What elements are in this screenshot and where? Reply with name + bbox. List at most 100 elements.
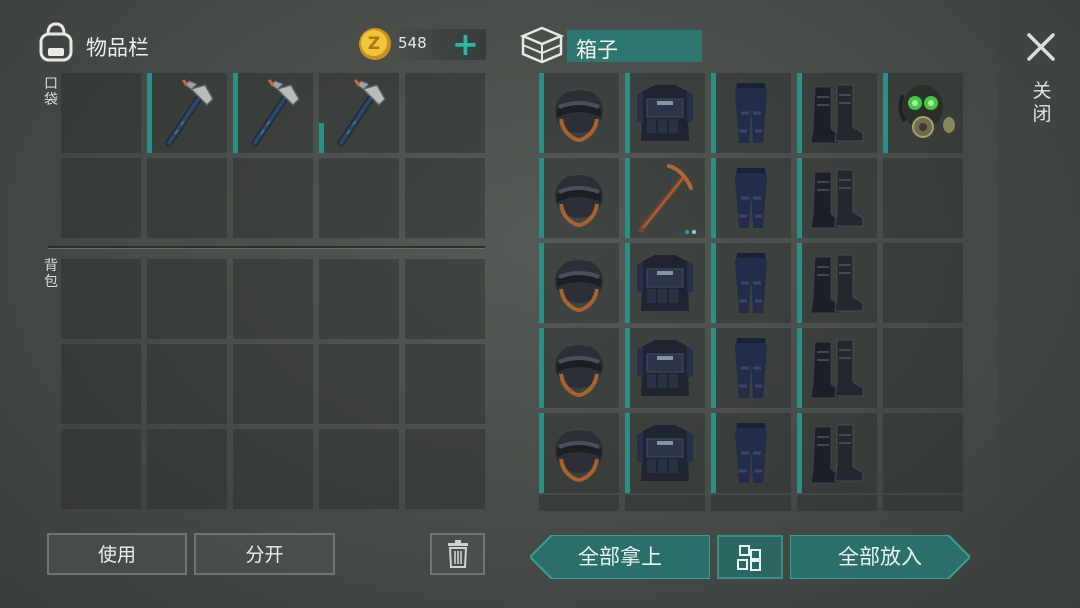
container-slot[interactable] — [625, 158, 705, 238]
hatchet-icon — [165, 79, 214, 147]
pocket-label: 口袋 — [44, 76, 58, 108]
backpack-icon — [39, 22, 73, 62]
container-slot[interactable] — [797, 243, 877, 323]
boots-icon — [810, 339, 864, 399]
container-slot[interactable] — [883, 328, 963, 408]
pocket-slot[interactable] — [405, 158, 485, 238]
backpack-slot[interactable] — [405, 259, 485, 339]
hatchet-icon — [337, 79, 386, 147]
container-slot[interactable] — [539, 243, 619, 323]
helmet-icon — [555, 343, 603, 397]
backpack-slot[interactable] — [61, 259, 141, 339]
container-slot[interactable] — [539, 328, 619, 408]
container-slot[interactable] — [539, 413, 619, 493]
hatchet-icon — [251, 79, 300, 147]
pocket-slot[interactable] — [147, 73, 227, 153]
helmet-icon — [555, 88, 603, 142]
backpack-slot[interactable] — [319, 429, 399, 509]
pocket-slot[interactable] — [147, 158, 227, 238]
take-all-label: 全部拿上 — [578, 545, 662, 569]
container-slot[interactable] — [539, 73, 619, 153]
container-slot[interactable] — [539, 495, 619, 511]
boots-icon — [810, 424, 864, 484]
trash-icon — [447, 540, 468, 568]
pocket-slot[interactable] — [319, 158, 399, 238]
backpack-slot[interactable] — [319, 344, 399, 424]
helmet-icon — [555, 258, 603, 312]
coin-icon: Z — [359, 28, 391, 60]
helmet-icon — [555, 173, 603, 227]
backpack-slot[interactable] — [319, 259, 399, 339]
container-slot[interactable] — [797, 73, 877, 153]
split-button[interactable]: 分开 — [194, 533, 335, 575]
container-slot[interactable] — [625, 243, 705, 323]
container-slot[interactable] — [883, 73, 963, 153]
pocket-slot[interactable] — [233, 158, 313, 238]
container-title: 箱子 — [576, 38, 618, 62]
gas-mask-icon — [898, 85, 955, 138]
pants-icon — [735, 168, 767, 228]
container-slot[interactable] — [797, 495, 877, 511]
container-slot[interactable] — [797, 328, 877, 408]
container-slot[interactable] — [625, 413, 705, 493]
trash-button[interactable] — [430, 533, 485, 575]
inventory-title: 物品栏 — [86, 36, 149, 60]
container-slot[interactable] — [711, 243, 791, 323]
sort-button[interactable] — [717, 535, 783, 579]
pocket-slot[interactable] — [61, 158, 141, 238]
backpack-slot[interactable] — [233, 344, 313, 424]
backpack-slot[interactable] — [233, 259, 313, 339]
container-slot[interactable] — [539, 158, 619, 238]
container-slot[interactable] — [797, 158, 877, 238]
close-icon[interactable] — [1022, 28, 1060, 66]
container-slot[interactable] — [625, 495, 705, 511]
container-slot[interactable] — [711, 328, 791, 408]
pants-icon — [735, 83, 767, 143]
container-slot[interactable] — [711, 413, 791, 493]
coin-count: 548 — [398, 34, 427, 52]
pickaxe-icon — [638, 164, 697, 235]
add-coins-button[interactable]: + — [452, 28, 479, 60]
backpack-slot[interactable] — [405, 429, 485, 509]
container-slot[interactable] — [883, 158, 963, 238]
body-armor-icon — [637, 340, 693, 396]
container-slot[interactable] — [625, 73, 705, 153]
pants-icon — [735, 423, 767, 483]
boots-icon — [810, 84, 864, 144]
backpack-slot[interactable] — [61, 344, 141, 424]
container-slot[interactable] — [711, 158, 791, 238]
container-slot[interactable] — [625, 328, 705, 408]
body-armor-icon — [637, 85, 693, 141]
pocket-slot[interactable] — [61, 73, 141, 153]
pocket-divider — [48, 246, 485, 249]
take-all-button[interactable]: 全部拿上 — [530, 535, 710, 579]
pocket-slot[interactable] — [405, 73, 485, 153]
pants-icon — [735, 338, 767, 398]
grid-sort-icon — [737, 545, 761, 571]
container-slot[interactable] — [883, 413, 963, 493]
put-all-button[interactable]: 全部放入 — [790, 535, 970, 579]
backpack-slot[interactable] — [405, 344, 485, 424]
boots-icon — [810, 254, 864, 314]
pocket-slot[interactable] — [319, 73, 399, 153]
container-slot[interactable] — [711, 495, 791, 511]
helmet-icon — [555, 428, 603, 482]
use-button[interactable]: 使用 — [47, 533, 187, 575]
body-armor-icon — [637, 425, 693, 481]
backpack-slot[interactable] — [147, 259, 227, 339]
backpack-slot[interactable] — [61, 429, 141, 509]
close-label[interactable]: 关闭 — [1028, 80, 1056, 126]
container-slot[interactable] — [883, 243, 963, 323]
pants-icon — [735, 253, 767, 313]
container-slot[interactable] — [797, 413, 877, 493]
backpack-label: 背包 — [44, 258, 58, 290]
svg-text:Z: Z — [368, 34, 380, 54]
container-slot[interactable] — [711, 73, 791, 153]
container-slot[interactable] — [883, 495, 963, 511]
backpack-slot[interactable] — [147, 429, 227, 509]
put-all-label: 全部放入 — [838, 545, 922, 569]
backpack-slot[interactable] — [233, 429, 313, 509]
pocket-slot[interactable] — [233, 73, 313, 153]
backpack-slot[interactable] — [147, 344, 227, 424]
body-armor-icon — [637, 255, 693, 311]
